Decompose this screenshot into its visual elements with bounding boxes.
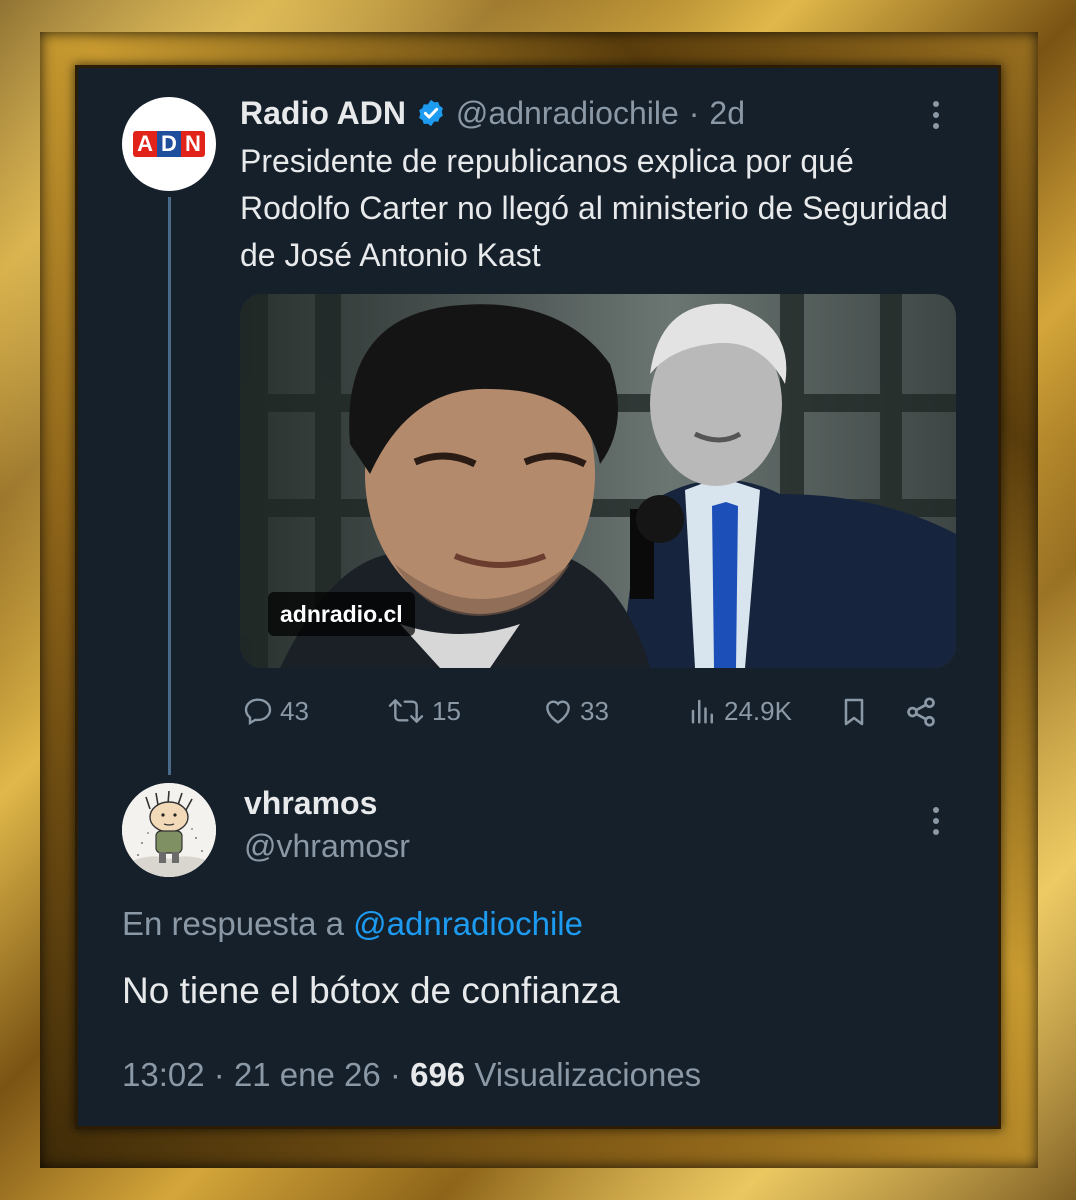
separator: ·	[688, 94, 700, 131]
like-icon	[546, 700, 570, 724]
replying-to-line: En respuesta a @adnradiochile	[122, 905, 583, 943]
reply-text: No tiene el bótox de confianza	[122, 970, 620, 1011]
tweet-text: Presidente de republicanos explica por q…	[240, 143, 948, 273]
like-count: 33	[580, 695, 609, 726]
tweet-age[interactable]: 2d	[709, 95, 745, 132]
vhramos-avatar[interactable]	[122, 783, 216, 877]
radio-adn-avatar[interactable]: A D N	[122, 97, 216, 191]
reply-date[interactable]: 21 ene 26	[234, 1056, 381, 1093]
media-source-label: adnradio.cl	[268, 592, 415, 636]
replying-to-handle-link[interactable]: @adnradiochile	[353, 905, 583, 942]
like-button[interactable]: 33	[542, 695, 609, 727]
share-icon	[907, 697, 935, 727]
bookmark-icon	[844, 698, 864, 726]
reply-more-icon[interactable]	[932, 807, 940, 835]
reply-views-count[interactable]: 696	[410, 1056, 465, 1093]
repost-button[interactable]: 15	[386, 695, 461, 727]
views-count: 24.9K	[724, 695, 792, 726]
views-button[interactable]: 24.9K	[688, 695, 792, 727]
thread-line	[168, 197, 171, 775]
reply-views-label: Visualizaciones	[474, 1056, 702, 1093]
views-icon	[691, 699, 713, 724]
peanuts-character-image	[122, 783, 216, 877]
tweet-header: Radio ADN @adnradiochile · 2d	[240, 92, 745, 134]
bookmark-button[interactable]	[838, 695, 870, 733]
share-button[interactable]	[904, 695, 938, 733]
reply-time[interactable]: 13:02	[122, 1056, 205, 1093]
reply-button[interactable]: 43	[242, 695, 309, 727]
repost-icon	[388, 699, 424, 723]
adn-logo: A D N	[131, 129, 207, 159]
reply-icon	[244, 698, 272, 726]
reply-count: 43	[280, 695, 309, 726]
reply-display-name[interactable]: vhramos	[244, 785, 377, 822]
repost-count: 15	[432, 695, 461, 726]
reply-handle[interactable]: @vhramosr	[244, 828, 410, 865]
more-icon[interactable]	[932, 101, 940, 129]
replying-to-prefix: En respuesta a	[122, 905, 344, 942]
reply-metadata: 13:02 · 21 ene 26 · 696 Visualizaciones	[122, 1056, 702, 1093]
display-name[interactable]: Radio ADN	[240, 95, 406, 132]
handle[interactable]: @adnradiochile	[456, 95, 679, 132]
verified-badge-icon	[419, 99, 443, 127]
